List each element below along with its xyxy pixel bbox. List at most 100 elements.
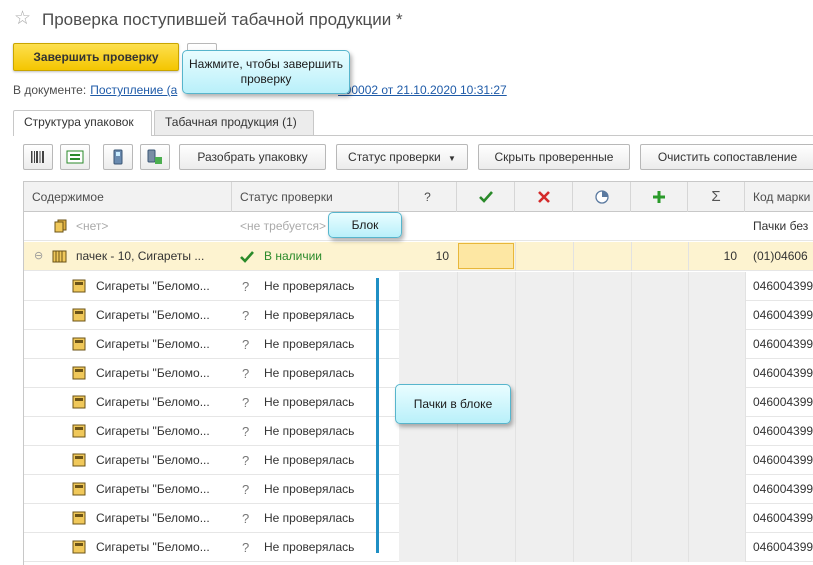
favorite-star-icon[interactable]: ☆ [14, 9, 31, 28]
col-sep [631, 388, 632, 417]
column-code[interactable]: Код марки [745, 182, 813, 212]
col-sep [515, 242, 516, 271]
col-sep [573, 272, 574, 301]
row-counts-empty [399, 504, 745, 533]
row-content: Сигареты "Беломо... [96, 482, 210, 496]
row-code: 046004399 [753, 395, 813, 409]
collapse-icon[interactable]: ⊖ [34, 242, 46, 271]
col-sep [688, 504, 689, 533]
col-sep [688, 446, 689, 475]
row-code: 046004399 [753, 511, 813, 525]
question-icon: ? [242, 424, 250, 439]
col-sep [631, 504, 632, 533]
row-status: Не проверялась [264, 424, 355, 438]
row-content: Сигареты "Беломо... [96, 279, 210, 293]
document-link-tail[interactable]: 000002 от 21.10.2020 10:31:27 [338, 83, 507, 97]
col-sep [573, 359, 574, 388]
document-link[interactable]: Поступление (а [90, 83, 177, 97]
barcode-scan-icon [31, 151, 44, 163]
document-line: В документе: Поступление (а [13, 83, 177, 97]
table-row[interactable]: <нет> <не требуется> Пачки без [24, 212, 813, 241]
unpack-button[interactable]: Разобрать упаковку [179, 144, 326, 170]
row-status: Не проверялась [264, 482, 355, 496]
row-counts-empty [399, 301, 745, 330]
col-sep [688, 417, 689, 446]
block-pack-icon [52, 242, 72, 271]
col-sep [457, 446, 458, 475]
cigarette-pack-icon [72, 272, 90, 301]
add-code-button[interactable] [60, 144, 90, 170]
table-row[interactable]: Сигареты "Беломо...? Не проверялась 046004… [24, 504, 813, 533]
column-status[interactable]: Статус проверки [232, 182, 399, 212]
col-sep [745, 330, 746, 359]
cigarette-pack-icon [72, 301, 90, 330]
cigarette-pack-icon [72, 417, 90, 446]
col-sep [573, 417, 574, 446]
clear-matching-button[interactable]: Очистить сопоставление [640, 144, 813, 170]
table-row[interactable]: Сигареты "Беломо...? Не проверялась 046004… [24, 301, 813, 330]
scanner-button[interactable] [103, 144, 133, 170]
row-content: Сигареты "Беломо... [96, 511, 210, 525]
finish-check-button[interactable]: Завершить проверку [13, 43, 179, 71]
column-ok[interactable] [457, 182, 515, 212]
col-sep [631, 242, 632, 271]
column-unchecked[interactable]: ? [399, 182, 457, 212]
row-counts-empty [399, 330, 745, 359]
row-code: 046004399 [753, 366, 813, 380]
col-sep [573, 475, 574, 504]
row-code: 046004399 [753, 540, 813, 554]
hide-checked-button[interactable]: Скрыть проверенные [478, 144, 630, 170]
row-status: Не проверялась [264, 337, 355, 351]
col-sep [688, 359, 689, 388]
col-sep [457, 475, 458, 504]
table-row[interactable]: Сигареты "Беломо...? Не проверялась 046004… [24, 330, 813, 359]
col-sep [515, 330, 516, 359]
col-sep [515, 301, 516, 330]
question-icon: ? [242, 540, 250, 555]
col-sep [631, 417, 632, 446]
status-check-dropdown[interactable]: Статус проверки ▼ [336, 144, 468, 170]
cigarette-pack-icon [72, 388, 90, 417]
row-status: Не проверялась [264, 453, 355, 467]
col-sep [573, 301, 574, 330]
column-total[interactable]: Σ [688, 182, 745, 212]
col-sep [515, 272, 516, 301]
table-row-block[interactable]: ⊖ пачек - 10, Сигареты ... В наличии 10 … [24, 242, 813, 271]
col-sep [457, 272, 458, 301]
col-sep [631, 272, 632, 301]
column-content[interactable]: Содержимое [24, 182, 232, 212]
chevron-down-icon: ▼ [448, 154, 456, 163]
col-sep [688, 330, 689, 359]
tab-package-structure[interactable]: Структура упаковок [13, 110, 152, 136]
row-counts-empty [399, 475, 745, 504]
row-code: 046004399 [753, 337, 813, 351]
col-sep [745, 475, 746, 504]
table-row[interactable]: Сигареты "Беломо...? Не проверялась 046004… [24, 272, 813, 301]
add-code-icon [66, 150, 84, 164]
col-sep [573, 533, 574, 562]
column-missing[interactable] [515, 182, 573, 212]
column-partial[interactable] [573, 182, 631, 212]
row-ok-count-selected[interactable] [458, 243, 514, 269]
table-row[interactable]: Сигареты "Беломо...? Не проверялась 046004… [24, 533, 813, 562]
barcode-scan-button[interactable] [23, 144, 53, 170]
col-sep [573, 446, 574, 475]
table-row[interactable]: Сигареты "Беломо...? Не проверялась 046004… [24, 446, 813, 475]
col-sep [457, 301, 458, 330]
col-sep [573, 330, 574, 359]
tsd-button[interactable] [140, 144, 170, 170]
question-icon: ? [242, 366, 250, 381]
row-status: Не проверялась [264, 540, 355, 554]
col-sep [573, 504, 574, 533]
row-code: (01)04606 [753, 249, 808, 263]
packs-bracket-line [376, 278, 379, 553]
tab-tobacco-products[interactable]: Табачная продукция (1) [154, 110, 314, 135]
col-sep [631, 359, 632, 388]
question-icon: ? [242, 308, 250, 323]
col-sep [573, 388, 574, 417]
row-status: В наличии [264, 249, 323, 263]
tsd-icon [147, 149, 162, 164]
table-row[interactable]: Сигареты "Беломо...? Не проверялась 046004… [24, 475, 813, 504]
row-content: Сигареты "Беломо... [96, 540, 210, 554]
column-extra[interactable] [631, 182, 688, 212]
